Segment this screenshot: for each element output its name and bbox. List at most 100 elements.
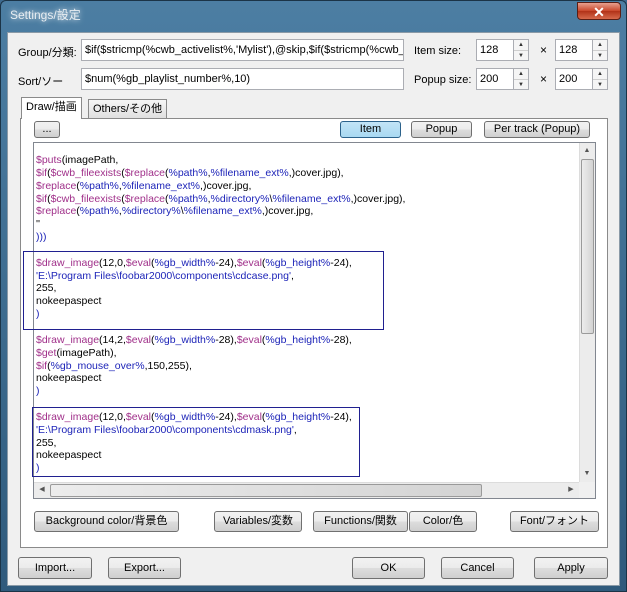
code-token: $cwb_fileexists — [50, 192, 122, 205]
window-title: Settings/設定 — [10, 8, 81, 22]
code-token: ,)cover.jpg), — [288, 166, 344, 179]
code-line: '' — [36, 218, 581, 231]
horizontal-scroll-thumb[interactable] — [50, 484, 482, 497]
variables-button[interactable]: Variables/変数 — [214, 511, 302, 532]
title-bar[interactable]: Settings/設定 ✕ — [1, 1, 626, 25]
tab-draw[interactable]: Draw/描画 — [21, 97, 82, 119]
code-token: %gb_height% — [265, 333, 331, 346]
horizontal-scrollbar[interactable]: ◀ ▶ — [34, 482, 579, 498]
apply-button[interactable]: Apply — [534, 557, 608, 579]
item-mode-button[interactable]: Item — [340, 121, 401, 138]
sort-label: Sort/ソー — [18, 76, 64, 88]
spin-down-icon[interactable]: ▼ — [514, 79, 528, 90]
spin-up-icon[interactable]: ▲ — [593, 69, 607, 79]
code-token: $get — [36, 346, 57, 359]
code-token: %directory% — [210, 192, 270, 205]
code-token: -28), — [330, 333, 352, 346]
code-line: ))) — [36, 231, 581, 244]
code-token: (imagePath, — [61, 154, 119, 166]
tab-others[interactable]: Others/その他 — [88, 99, 168, 119]
code-token: %filename_ext% — [121, 179, 201, 192]
import-button[interactable]: Import... — [18, 557, 92, 579]
code-token: %directory% — [121, 205, 181, 218]
code-token: %gb_width% — [154, 333, 216, 346]
code-line: $replace(%path%,%filename_ext%,)cover.jp… — [36, 180, 581, 193]
code-token: $draw_image — [36, 333, 100, 346]
color-button[interactable]: Color/色 — [409, 511, 477, 532]
group-label: Group/分類: — [18, 47, 77, 59]
popup-width-spinner[interactable]: ▲ ▼ — [513, 68, 529, 90]
code-token: %filename_ext% — [183, 205, 262, 218]
code-line: ) — [36, 385, 581, 398]
background-color-button[interactable]: Background color/背景色 — [34, 511, 179, 532]
vertical-scroll-thumb[interactable] — [581, 159, 594, 334]
code-line: $if($cwb_fileexists($replace(%path%,%fil… — [36, 167, 581, 180]
code-token: %path% — [168, 192, 208, 205]
code-line: $if($cwb_fileexists($replace(%path%,%dir… — [36, 193, 581, 206]
code-token: (imagePath), — [56, 346, 117, 359]
code-token: nokeepaspect — [36, 372, 102, 385]
code-token: $replace — [36, 179, 77, 192]
more-button[interactable]: ... — [34, 121, 60, 138]
font-button[interactable]: Font/フォント — [510, 511, 599, 532]
item-height-input[interactable]: 128 — [555, 39, 593, 61]
cancel-button[interactable]: Cancel — [441, 557, 514, 579]
code-token: $replace — [124, 192, 165, 205]
code-token: $if — [36, 192, 48, 205]
item-width-input[interactable]: 128 — [476, 39, 514, 61]
popup-height-input[interactable]: 200 — [555, 68, 593, 90]
code-token: ,)cover.jpg), — [350, 192, 406, 205]
code-line: $get(imagePath), — [36, 347, 581, 360]
scroll-left-icon[interactable]: ◀ — [35, 483, 49, 497]
spin-down-icon[interactable]: ▼ — [593, 79, 607, 90]
popup-mode-button[interactable]: Popup — [411, 121, 472, 138]
code-token: $replace — [124, 166, 165, 179]
code-token: ,)cover.jpg, — [200, 179, 252, 192]
code-token: ))) — [36, 231, 47, 244]
sort-input[interactable]: $num(%gb_playlist_number%,10) — [81, 68, 404, 90]
scroll-right-icon[interactable]: ▶ — [564, 483, 578, 497]
code-token: $if — [36, 166, 48, 179]
spin-up-icon[interactable]: ▲ — [514, 69, 528, 79]
highlight-box — [23, 251, 384, 330]
ok-button[interactable]: OK — [352, 557, 425, 579]
code-token: %path% — [79, 205, 119, 218]
code-token: ,150,255), — [144, 359, 192, 372]
group-input[interactable]: $if($stricmp(%cwb_activelist%,'Mylist'),… — [81, 39, 404, 61]
code-token: -28), — [215, 333, 237, 346]
export-button[interactable]: Export... — [108, 557, 181, 579]
code-token: (14,2, — [99, 333, 126, 346]
code-line: $puts(imagePath, — [36, 154, 581, 167]
code-line: $replace(%path%,%directory%\%filename_ex… — [36, 205, 581, 218]
scrollbar-corner — [579, 482, 595, 498]
spin-down-icon[interactable]: ▼ — [514, 50, 528, 61]
vertical-scrollbar[interactable]: ▲ ▼ — [579, 143, 595, 482]
per-track-popup-button[interactable]: Per track (Popup) — [484, 121, 590, 138]
times-sign: × — [540, 43, 548, 57]
scroll-up-icon[interactable]: ▲ — [580, 144, 594, 158]
popup-size-label: Popup size: — [414, 74, 472, 86]
code-token: $replace — [36, 205, 77, 218]
code-token: '' — [36, 218, 41, 231]
spin-up-icon[interactable]: ▲ — [593, 40, 607, 50]
code-token: $if — [36, 359, 48, 372]
settings-window: Settings/設定 ✕ Group/分類: $if($stricmp(%cw… — [0, 0, 627, 592]
spin-up-icon[interactable]: ▲ — [514, 40, 528, 50]
scroll-down-icon[interactable]: ▼ — [580, 467, 594, 481]
highlight-box — [32, 407, 360, 477]
item-width-spinner[interactable]: ▲ ▼ — [513, 39, 529, 61]
code-token: $eval — [125, 333, 152, 346]
code-line: nokeepaspect — [36, 372, 581, 385]
code-token: %gb_mouse_over% — [50, 359, 145, 372]
code-token: %filename_ext% — [210, 166, 289, 179]
functions-button[interactable]: Functions/関数 — [313, 511, 408, 532]
close-button[interactable]: ✕ — [577, 2, 621, 20]
code-token: ) — [36, 385, 40, 398]
code-token: %path% — [79, 179, 119, 192]
popup-width-input[interactable]: 200 — [476, 68, 514, 90]
spin-down-icon[interactable]: ▼ — [593, 50, 607, 61]
times-sign: × — [540, 72, 548, 86]
code-token: $cwb_fileexists — [50, 166, 122, 179]
popup-height-spinner[interactable]: ▲ ▼ — [592, 68, 608, 90]
item-height-spinner[interactable]: ▲ ▼ — [592, 39, 608, 61]
